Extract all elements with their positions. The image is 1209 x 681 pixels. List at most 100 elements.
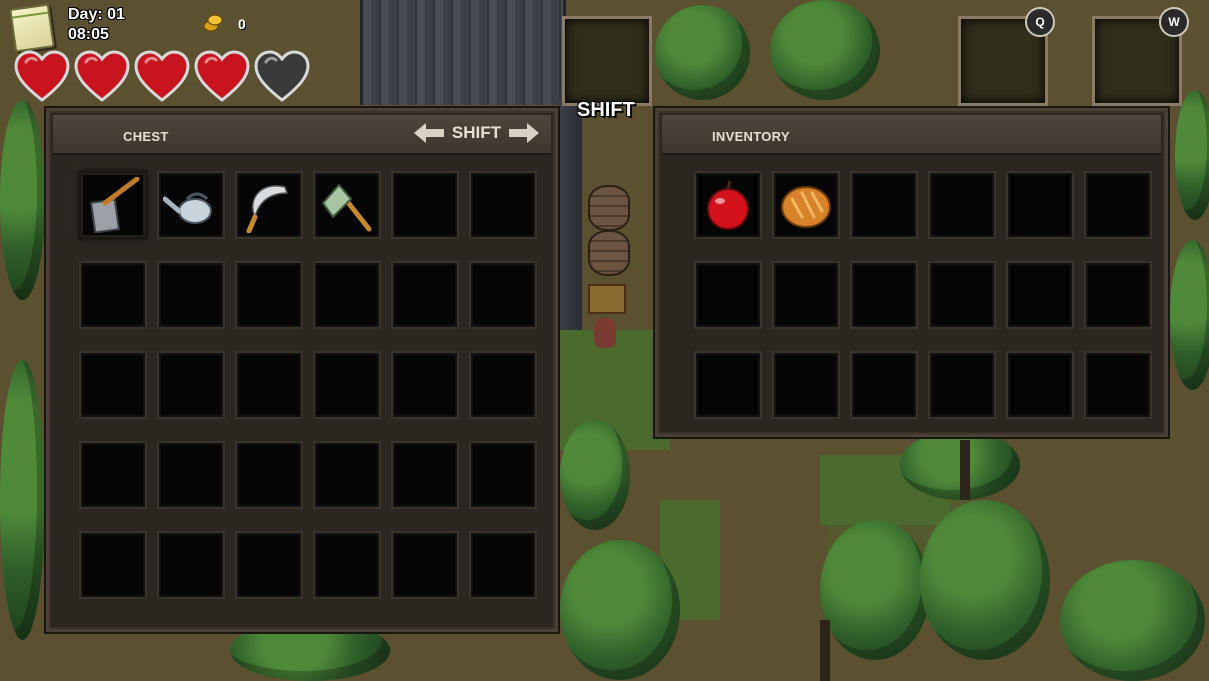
chest-slot[interactable] xyxy=(393,443,457,507)
chest-slot[interactable] xyxy=(159,263,223,327)
arrow-right-icon[interactable] xyxy=(509,123,539,143)
inventory-slot[interactable] xyxy=(1008,173,1072,237)
chest-slot[interactable] xyxy=(159,173,223,237)
hoe-icon xyxy=(89,177,140,233)
axe-icon xyxy=(321,183,372,232)
chest-slot[interactable] xyxy=(393,533,457,597)
player-character xyxy=(594,318,616,348)
chest-grid xyxy=(81,173,535,597)
chest-slot[interactable] xyxy=(237,173,301,237)
chest-slot[interactable] xyxy=(81,263,145,327)
chest-slot[interactable] xyxy=(159,443,223,507)
chest-slot[interactable] xyxy=(81,533,145,597)
chest-slot[interactable] xyxy=(471,263,535,327)
chest-slot[interactable] xyxy=(471,353,535,417)
journal-icon[interactable] xyxy=(9,3,55,53)
inventory-slot[interactable] xyxy=(1086,353,1150,417)
inventory-slot[interactable] xyxy=(696,173,760,237)
barrel xyxy=(588,230,630,276)
heart-full-icon xyxy=(134,50,190,102)
tree xyxy=(655,5,750,100)
inventory-panel: INVENTORY xyxy=(655,108,1168,437)
game-clock: 08:05 xyxy=(68,26,109,43)
sickle-icon xyxy=(246,185,289,233)
chest-slot[interactable] xyxy=(393,263,457,327)
tree xyxy=(1060,560,1205,681)
watering-can-icon xyxy=(163,192,212,224)
shift-tool-slot[interactable] xyxy=(562,16,652,106)
chest-slot[interactable] xyxy=(237,353,301,417)
tree-trunk xyxy=(960,440,970,500)
tree xyxy=(770,0,880,100)
inventory-slot[interactable] xyxy=(930,263,994,327)
chest-slot[interactable] xyxy=(315,353,379,417)
heart-full-icon xyxy=(194,50,250,102)
shift-switch-control[interactable]: SHIFT xyxy=(413,123,539,143)
chest-slot[interactable] xyxy=(237,443,301,507)
inventory-title: INVENTORY xyxy=(712,129,790,144)
inventory-slot[interactable] xyxy=(1008,263,1072,327)
chest-slot[interactable] xyxy=(81,353,145,417)
apple-icon xyxy=(707,180,749,230)
chest-slot[interactable] xyxy=(81,443,145,507)
shift-nav-label: SHIFT xyxy=(451,123,501,142)
house-wall xyxy=(558,100,582,330)
chest-slot[interactable] xyxy=(315,533,379,597)
tree-trunk xyxy=(820,620,830,681)
barrel xyxy=(588,185,630,231)
heart-empty-icon xyxy=(254,50,310,102)
inventory-slot[interactable] xyxy=(852,353,916,417)
inventory-slot[interactable] xyxy=(930,173,994,237)
inventory-slot[interactable] xyxy=(696,263,760,327)
tree xyxy=(560,540,680,680)
chest-title: CHEST xyxy=(123,129,169,144)
w-quick-slot[interactable]: W xyxy=(1092,7,1189,106)
gold-coins-icon xyxy=(203,14,223,32)
chest-slot[interactable] xyxy=(237,263,301,327)
chest-slot[interactable] xyxy=(315,443,379,507)
health-hearts xyxy=(14,50,310,104)
inventory-slot[interactable] xyxy=(1086,263,1150,327)
tree xyxy=(0,100,45,300)
inventory-slot[interactable] xyxy=(1086,173,1150,237)
tree xyxy=(1175,90,1209,220)
tree xyxy=(560,420,630,530)
chest-slot[interactable] xyxy=(471,443,535,507)
inventory-slot[interactable] xyxy=(852,263,916,327)
chest-slot[interactable] xyxy=(159,533,223,597)
heart-full-icon xyxy=(74,50,130,102)
tree xyxy=(1170,240,1209,390)
gold-count: 0 xyxy=(238,16,246,32)
chest-slot[interactable] xyxy=(315,173,379,237)
q-key-badge: Q xyxy=(1025,7,1055,37)
chest-slot[interactable] xyxy=(393,353,457,417)
arrow-left-icon[interactable] xyxy=(413,123,444,143)
inventory-slot[interactable] xyxy=(774,173,838,237)
tree xyxy=(0,360,45,640)
heart-full-icon xyxy=(14,50,70,102)
inventory-slot[interactable] xyxy=(1008,353,1072,417)
house-roof xyxy=(360,0,566,105)
chest-slot[interactable] xyxy=(471,173,535,237)
chest-slot[interactable] xyxy=(159,353,223,417)
chest-slot[interactable] xyxy=(237,533,301,597)
shift-slot-label: SHIFT xyxy=(577,99,635,121)
chest-slot[interactable] xyxy=(393,173,457,237)
inventory-slot[interactable] xyxy=(774,353,838,417)
inventory-slot[interactable] xyxy=(696,353,760,417)
day-counter: Day: 01 xyxy=(68,6,125,23)
chest-slot[interactable] xyxy=(471,533,535,597)
inventory-grid xyxy=(696,173,1150,417)
inventory-panel-header: INVENTORY xyxy=(662,115,1161,155)
chest-panel: CHEST SHIFT xyxy=(46,108,558,632)
tree xyxy=(820,520,930,660)
chest-panel-header: CHEST SHIFT xyxy=(53,115,551,155)
inventory-slot[interactable] xyxy=(852,173,916,237)
chest-slot[interactable] xyxy=(315,263,379,327)
bread-icon xyxy=(781,186,831,228)
inventory-slot[interactable] xyxy=(774,263,838,327)
inventory-slot[interactable] xyxy=(930,353,994,417)
q-quick-slot[interactable]: Q xyxy=(958,7,1055,106)
chest-slot[interactable] xyxy=(81,173,145,237)
w-key-badge: W xyxy=(1159,7,1189,37)
